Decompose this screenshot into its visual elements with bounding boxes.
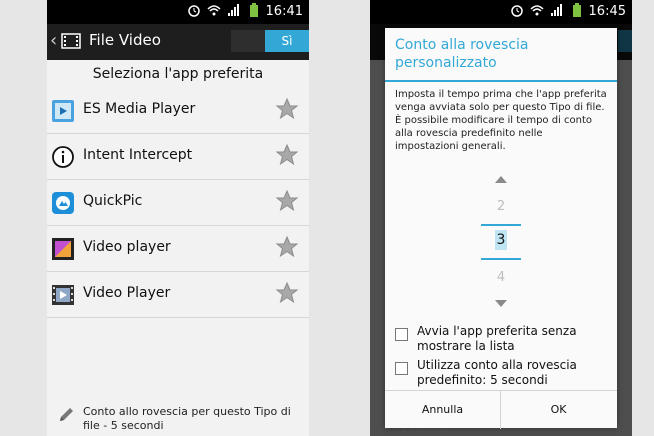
app-row-intent-intercept[interactable]: Intent Intercept [47, 134, 309, 180]
info-icon [51, 145, 75, 169]
dialog-message: Imposta il tempo prima che l'app preferi… [395, 89, 607, 152]
picker-prev-value[interactable]: 2 [481, 199, 521, 214]
star-icon[interactable] [275, 97, 299, 121]
wifi-icon [207, 3, 221, 17]
decrement-arrow-icon[interactable] [495, 300, 507, 307]
app-row-es-media-player[interactable]: ES Media Player [47, 88, 309, 134]
page-title: File Video [89, 31, 161, 49]
app-row-video-player-film[interactable]: Video Player [47, 272, 309, 318]
option-label: Avvia l'app preferita senza mostrare la … [417, 324, 577, 353]
app-list: ES Media Player Intent Intercept QuickPi… [47, 88, 309, 318]
cancel-button[interactable]: Annulla [385, 391, 501, 429]
checkbox[interactable] [395, 328, 408, 341]
toggle-on-label: Sì [265, 30, 309, 52]
film-icon [61, 31, 81, 51]
countdown-footer[interactable]: Conto allo rovescia per questo Tipo di f… [47, 400, 309, 436]
app-row-quickpic[interactable]: QuickPic [47, 180, 309, 226]
app-row-video-player[interactable]: Video player [47, 226, 309, 272]
action-bar: ‹ File Video Sì [47, 24, 309, 60]
status-bar: 16:41 [47, 0, 309, 24]
status-bar: 16:45 [370, 0, 632, 24]
enable-toggle[interactable]: Sì [231, 30, 309, 52]
increment-arrow-icon[interactable] [495, 176, 507, 183]
signal-icon [550, 3, 564, 17]
status-time: 16:45 [588, 4, 626, 19]
dialog-title: Conto alla rovescia personalizzato [395, 37, 529, 71]
wifi-icon [530, 3, 544, 17]
countdown-dialog: Conto alla rovescia personalizzato Impos… [385, 28, 617, 429]
alarm-icon [187, 3, 201, 17]
countdown-text: Conto allo rovescia per questo Tipo di f… [83, 405, 291, 432]
status-time: 16:41 [265, 4, 303, 19]
picker-current-value[interactable]: 3 [481, 232, 521, 248]
app-name: Video Player [83, 285, 171, 301]
star-icon[interactable] [275, 143, 299, 167]
phone-right: 16:45 5 secondi Conto alla rovescia pers… [370, 0, 632, 436]
battery-icon [570, 3, 584, 17]
picker-divider [481, 258, 521, 260]
pencil-icon [57, 406, 75, 424]
quickpic-icon [51, 191, 75, 215]
app-name: Video player [83, 239, 171, 255]
alarm-icon [510, 3, 524, 17]
ok-button[interactable]: OK [501, 391, 616, 429]
checkbox[interactable] [395, 362, 408, 375]
es-media-player-icon [51, 99, 75, 123]
star-icon[interactable] [275, 281, 299, 305]
dialog-title-divider [385, 80, 617, 82]
app-name: QuickPic [83, 193, 143, 209]
battery-icon [247, 3, 261, 17]
video-player-icon [51, 237, 75, 261]
picker-divider [481, 224, 521, 226]
list-subtitle: Seleziona l'app preferita [92, 66, 264, 82]
back-chevron-icon[interactable]: ‹ [50, 30, 57, 51]
app-name: Intent Intercept [83, 147, 193, 163]
app-name: ES Media Player [83, 101, 196, 117]
picker-next-value[interactable]: 4 [481, 270, 521, 285]
signal-icon [227, 3, 241, 17]
number-picker[interactable]: 2 3 4 [481, 170, 521, 312]
star-icon[interactable] [275, 235, 299, 259]
star-icon[interactable] [275, 189, 299, 213]
dialog-button-bar: Annulla OK [385, 390, 617, 429]
video-film-icon [51, 283, 75, 307]
option-label: Utilizza conto alla rovescia predefinito… [417, 358, 577, 387]
phone-left: 16:41 ‹ File Video Sì Seleziona l'app pr… [47, 0, 309, 436]
